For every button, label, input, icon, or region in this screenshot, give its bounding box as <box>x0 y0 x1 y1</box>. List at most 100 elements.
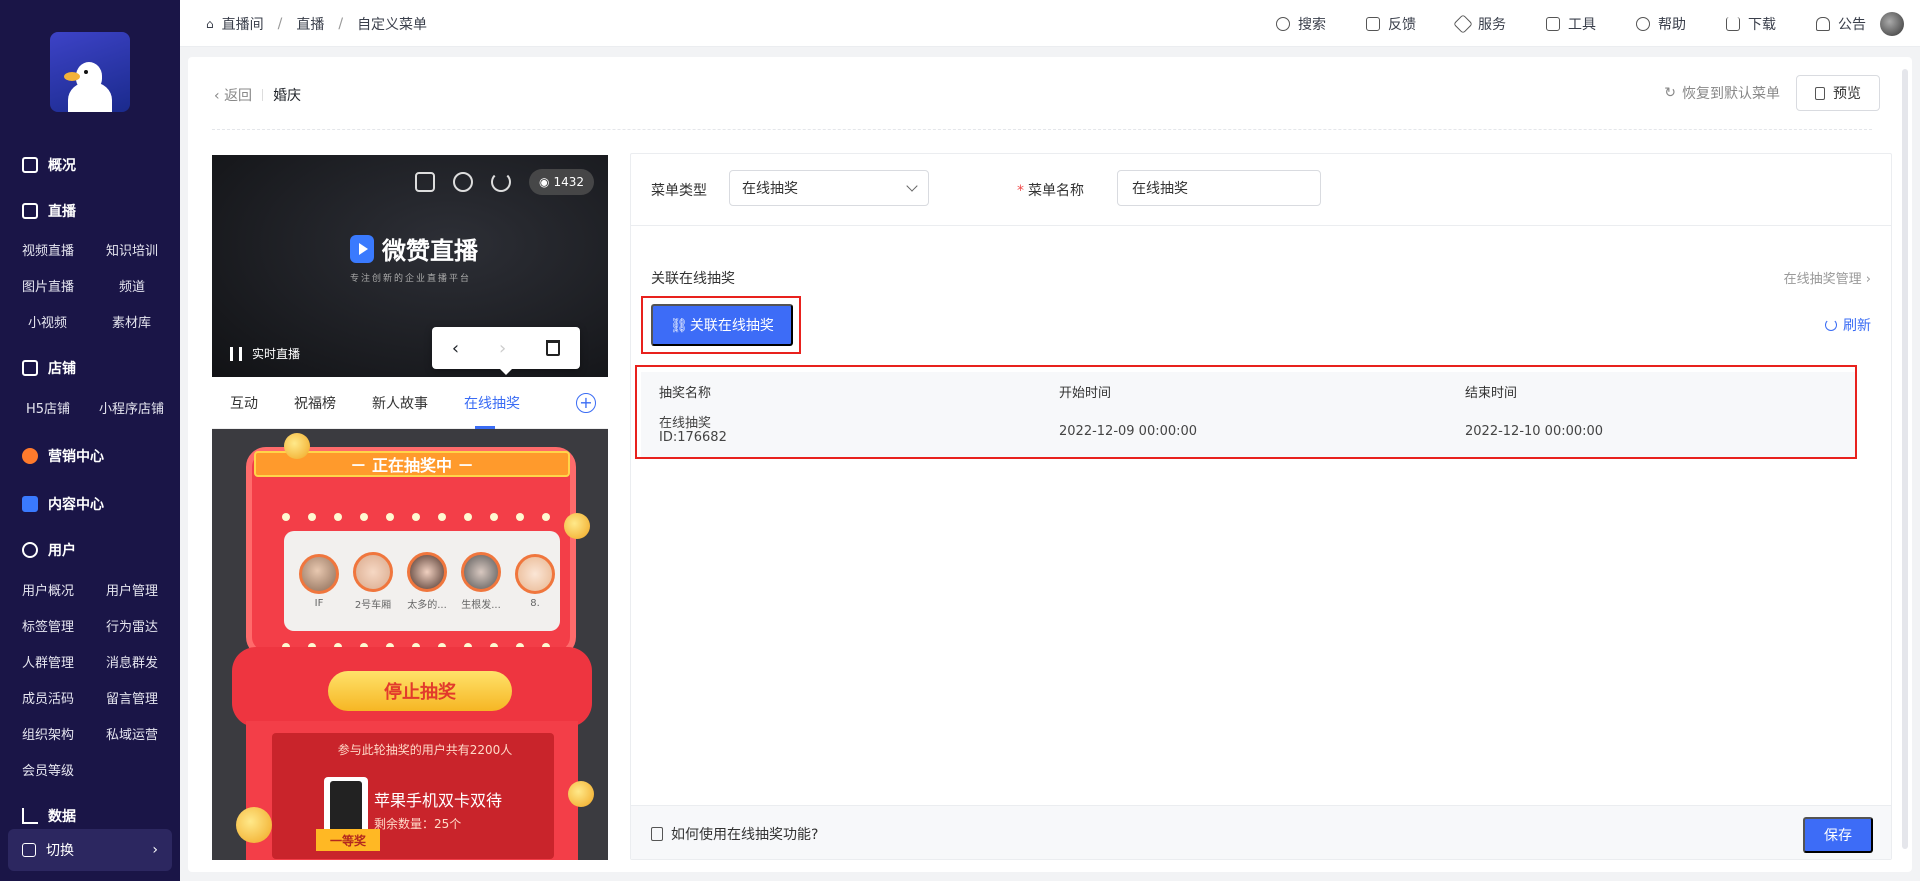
preview-label: 预览 <box>1833 85 1861 101</box>
sidebar-item-overview[interactable]: 概况 <box>22 155 76 175</box>
menu-name-input[interactable]: 在线抽奖 <box>1117 170 1321 206</box>
stop-lottery-button[interactable]: 停止抽奖 <box>328 671 512 711</box>
participant: 太多的... <box>400 551 454 611</box>
menu-type-select[interactable]: 在线抽奖 <box>729 170 929 206</box>
tab-interact[interactable]: 互动 <box>212 393 276 413</box>
sidebar-item-content[interactable]: 内容中心 <box>22 494 104 514</box>
divider <box>262 89 264 101</box>
tab-story[interactable]: 新人故事 <box>354 393 446 413</box>
chevron-down-icon <box>906 180 918 192</box>
switch-button[interactable]: 切换 › <box>8 829 172 871</box>
avatar <box>353 551 393 592</box>
sidebar-item-tags[interactable]: 标签管理 <box>22 616 74 635</box>
sidebar-item-marketing[interactable]: 营销中心 <box>22 446 104 466</box>
sidebar-section-label: 直播 <box>48 204 76 220</box>
breadcrumb-item[interactable]: 直播间 <box>222 14 264 34</box>
tab-lottery[interactable]: 在线抽奖 <box>446 393 538 429</box>
pause-icon[interactable] <box>230 346 242 361</box>
service-button[interactable]: 服务 <box>1453 13 1506 34</box>
refresh-button[interactable]: 刷新 <box>1825 315 1871 335</box>
announcement-button[interactable]: 公告 <box>1816 14 1866 34</box>
tool-label: 下载 <box>1748 16 1776 33</box>
sidebar-item-short-video[interactable]: 小视频 <box>28 312 67 331</box>
sidebar-item-users[interactable]: 用户 <box>22 540 76 560</box>
sidebar-item-live-code[interactable]: 成员活码 <box>22 688 74 707</box>
chevron-right-icon[interactable]: › <box>499 338 506 359</box>
sidebar-item-shop[interactable]: 店铺 <box>22 358 76 378</box>
content-icon <box>22 496 38 512</box>
tools-button[interactable]: 工具 <box>1546 14 1596 34</box>
breadcrumb-separator: / <box>338 15 344 32</box>
live-label: 实时直播 <box>252 347 301 361</box>
help-label: 如何使用在线抽奖功能? <box>671 827 819 843</box>
avatar <box>299 553 339 594</box>
add-tab-button[interactable]: + <box>576 392 596 413</box>
restore-label: 恢复到默认菜单 <box>1682 86 1780 102</box>
sidebar-item-membership[interactable]: 会员等级 <box>22 760 74 779</box>
live-video[interactable]: ◉ 1432 微赞直播 专注创新的企业直播平台 实时直播 ‹ › <box>212 155 608 377</box>
lottery-manage-link[interactable]: 在线抽奖管理 › <box>1784 268 1871 287</box>
sidebar-item-live[interactable]: 直播 <box>22 201 76 221</box>
feedback-button[interactable]: 反馈 <box>1366 14 1416 34</box>
app-logo[interactable] <box>50 32 130 112</box>
sidebar-item-library[interactable]: 素材库 <box>112 312 151 331</box>
back-link[interactable]: ‹ 返回 <box>214 85 252 105</box>
header-actions: ↻ 恢复到默认菜单 预览 <box>1664 75 1880 111</box>
view-count-value: 1432 <box>553 175 584 189</box>
download-button[interactable]: 下载 <box>1726 14 1776 34</box>
sidebar-item-user-manage[interactable]: 用户管理 <box>106 580 158 599</box>
trash-icon[interactable] <box>546 340 561 356</box>
sidebar-item-radar[interactable]: 行为雷达 <box>106 616 158 635</box>
sidebar-item-user-overview[interactable]: 用户概况 <box>22 580 74 599</box>
link-icon[interactable] <box>452 172 473 192</box>
sidebar-item-org[interactable]: 组织架构 <box>22 724 74 743</box>
refresh-icon[interactable] <box>490 172 511 192</box>
link-lottery-button[interactable]: ⛓ 关联在线抽奖 <box>651 304 793 346</box>
link-lottery-label: 关联在线抽奖 <box>689 317 774 333</box>
chevron-right-icon: › <box>152 842 158 858</box>
brand-logo: 微赞直播 <box>350 231 478 266</box>
play-logo-icon <box>350 234 374 263</box>
main-content: ‹ 返回 婚庆 ↻ 恢复到默认菜单 预览 ◉ 1432 微赞直播 专注创新的企业… <box>188 57 1912 872</box>
chevron-left-icon[interactable]: ‹ <box>452 338 459 359</box>
sidebar-item-channel[interactable]: 频道 <box>119 276 145 295</box>
home-icon[interactable] <box>414 172 435 192</box>
sidebar-item-broadcast[interactable]: 消息群发 <box>106 652 158 671</box>
sidebar-item-h5-shop[interactable]: H5店铺 <box>26 398 70 417</box>
tab-blessing[interactable]: 祝福榜 <box>276 393 354 413</box>
brand-tagline: 专注创新的企业直播平台 <box>350 274 472 284</box>
tool-label: 反馈 <box>1388 16 1416 33</box>
link-icon: ⛓ <box>670 316 688 333</box>
sidebar-item-video-live[interactable]: 视频直播 <box>22 240 74 259</box>
save-button[interactable]: 保存 <box>1803 817 1873 853</box>
participant: IF <box>292 553 346 609</box>
sidebar-section-label: 营销中心 <box>48 449 104 465</box>
chart-icon <box>22 808 38 824</box>
sidebar-item-messages[interactable]: 留言管理 <box>106 688 158 707</box>
participant-screen: IF 2号车厢 太多的... 生根发... 8. <box>284 531 560 631</box>
sidebar-item-audience[interactable]: 人群管理 <box>22 652 74 671</box>
help-button[interactable]: 帮助 <box>1636 14 1686 34</box>
restore-default-button[interactable]: ↻ 恢复到默认菜单 <box>1664 83 1780 103</box>
user-avatar[interactable] <box>1880 12 1904 36</box>
menu-form: 菜单类型 在线抽奖 * 菜单名称 在线抽奖 <box>631 154 1891 226</box>
menu-type-value: 在线抽奖 <box>742 181 798 197</box>
breadcrumb-item[interactable]: 直播 <box>296 14 324 34</box>
scrollbar[interactable] <box>1902 69 1908 849</box>
section-title: 关联在线抽奖 <box>651 271 735 287</box>
sidebar-item-image-live[interactable]: 图片直播 <box>22 276 74 295</box>
bell-icon <box>1816 16 1830 31</box>
preview-button[interactable]: 预览 <box>1796 75 1880 111</box>
participant-name: 生根发... <box>461 599 501 611</box>
sidebar-item-data[interactable]: 数据 <box>22 806 76 826</box>
light-dots <box>282 513 550 521</box>
topbar: ⌂ 直播间 / 直播 / 自定义菜单 搜索 反馈 服务 工具 帮助 下载 公告 <box>180 0 1920 47</box>
sidebar-item-private[interactable]: 私域运营 <box>106 724 158 743</box>
sidebar-item-training[interactable]: 知识培训 <box>106 240 158 259</box>
users-icon <box>22 542 38 558</box>
help-link[interactable]: 如何使用在线抽奖功能? <box>651 824 818 844</box>
search-button[interactable]: 搜索 <box>1276 14 1326 34</box>
menu-name-label: * 菜单名称 <box>1017 183 1084 199</box>
switch-label: 切换 <box>46 843 74 859</box>
sidebar-item-mini-shop[interactable]: 小程序店铺 <box>99 398 164 417</box>
